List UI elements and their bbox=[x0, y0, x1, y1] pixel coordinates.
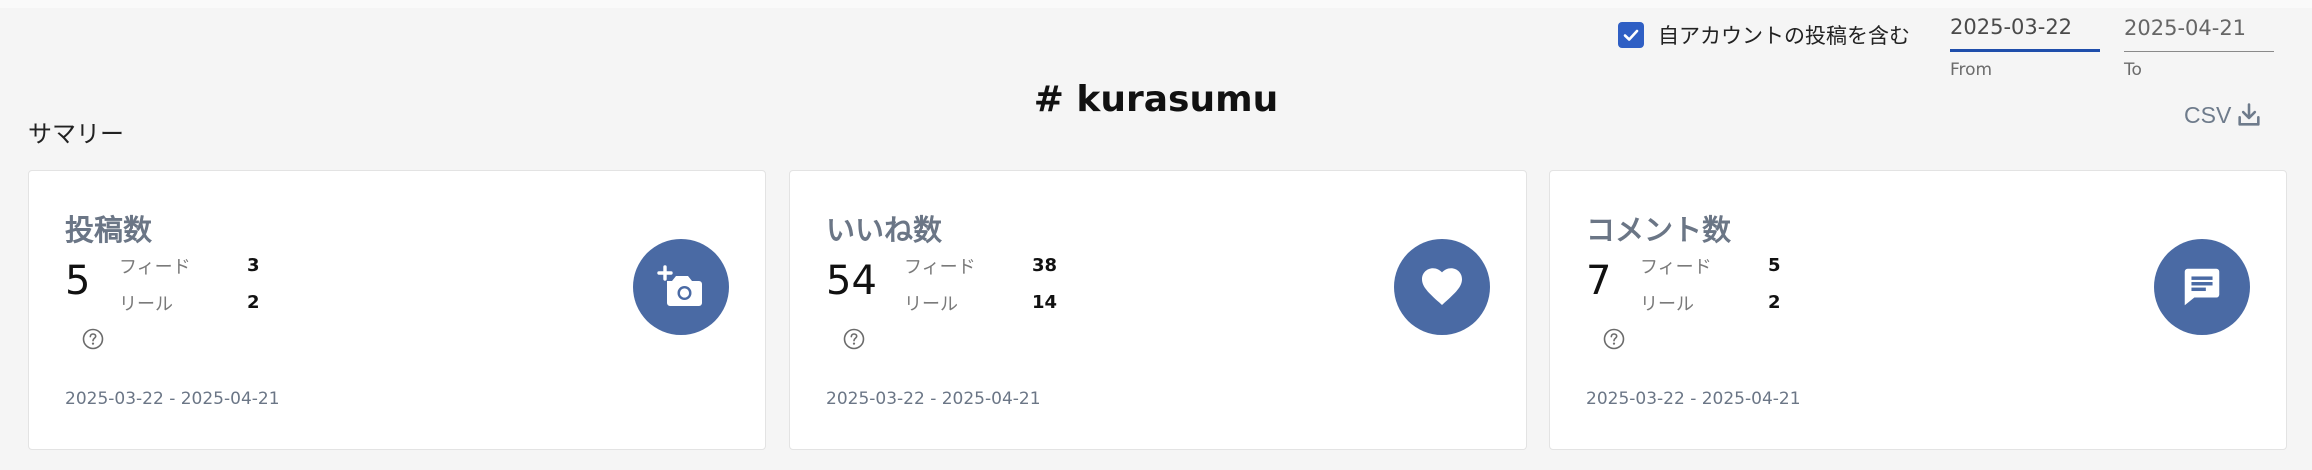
help-icon[interactable] bbox=[81, 327, 105, 351]
breakdown-value: 3 bbox=[247, 255, 260, 276]
heart-icon bbox=[1422, 268, 1462, 305]
card-date-range: 2025-03-22 - 2025-04-21 bbox=[1586, 389, 1801, 409]
to-date-field: To bbox=[2124, 12, 2274, 80]
breakdown-row-feed: フィード 5 bbox=[1640, 247, 1781, 284]
card-date-range: 2025-03-22 - 2025-04-21 bbox=[65, 389, 280, 409]
breakdown-label: フィード bbox=[1640, 256, 1712, 278]
from-date-field: From bbox=[1950, 12, 2100, 80]
summary-section-label: サマリー bbox=[28, 120, 124, 148]
breakdown-row-feed: フィード 38 bbox=[904, 247, 1057, 284]
comment-icon-badge bbox=[2154, 239, 2250, 335]
breakdown-row-feed: フィード 3 bbox=[119, 247, 260, 284]
breakdown-value: 38 bbox=[1032, 255, 1058, 276]
breakdown-row-reel: リール 2 bbox=[119, 284, 260, 321]
card-title: コメント数 bbox=[1586, 213, 1732, 247]
heart-icon-badge bbox=[1394, 239, 1490, 335]
card-breakdown: フィード 5 リール 2 bbox=[1640, 247, 1781, 321]
card-total: 5 bbox=[65, 258, 91, 304]
breakdown-value: 5 bbox=[1768, 255, 1781, 276]
to-date-input[interactable] bbox=[2124, 12, 2274, 52]
from-date-label: From bbox=[1950, 60, 1993, 80]
page-title: # kurasumu bbox=[1033, 79, 1279, 120]
include-own-account-label: 自アカウントの投稿を含む bbox=[1658, 24, 1910, 48]
card-breakdown: フィード 3 リール 2 bbox=[119, 247, 260, 321]
to-date-label: To bbox=[2124, 60, 2142, 80]
breakdown-value: 2 bbox=[1768, 292, 1781, 313]
card-breakdown: フィード 38 リール 14 bbox=[904, 247, 1057, 321]
card-date-range: 2025-03-22 - 2025-04-21 bbox=[826, 389, 1041, 409]
breakdown-value: 14 bbox=[1032, 292, 1058, 313]
breakdown-label: フィード bbox=[904, 256, 976, 278]
breakdown-label: フィード bbox=[119, 256, 191, 278]
from-date-input[interactable] bbox=[1950, 12, 2100, 52]
breakdown-label: リール bbox=[119, 293, 173, 315]
comment-icon bbox=[2184, 268, 2220, 306]
help-icon[interactable] bbox=[1602, 327, 1626, 351]
include-own-account-checkbox[interactable]: 自アカウントの投稿を含む bbox=[1618, 20, 1910, 50]
add-photo-icon-badge bbox=[633, 239, 729, 335]
card-total: 7 bbox=[1586, 258, 1612, 304]
breakdown-value: 2 bbox=[247, 292, 260, 313]
download-icon bbox=[2238, 103, 2260, 126]
checkbox-checked-icon[interactable] bbox=[1618, 22, 1644, 48]
csv-button-label: CSV bbox=[2184, 101, 2232, 128]
breakdown-label: リール bbox=[1640, 293, 1694, 315]
breakdown-row-reel: リール 2 bbox=[1640, 284, 1781, 321]
likes-count-card: いいね数 54 フィード 38 リール 14 2025-03-22 - 2025… bbox=[789, 170, 1527, 450]
card-title: いいね数 bbox=[826, 213, 943, 247]
posts-count-card: 投稿数 5 フィード 3 リール 2 2025-03-22 - 2025-04-… bbox=[28, 170, 766, 450]
csv-download-button[interactable]: CSV bbox=[2184, 98, 2263, 132]
add-photo-icon bbox=[657, 265, 702, 306]
card-title: 投稿数 bbox=[65, 213, 153, 247]
top-strip bbox=[0, 0, 2312, 8]
breakdown-label: リール bbox=[904, 293, 958, 315]
help-icon[interactable] bbox=[842, 327, 866, 351]
breakdown-row-reel: リール 14 bbox=[904, 284, 1057, 321]
card-total: 54 bbox=[826, 258, 877, 304]
comments-count-card: コメント数 7 フィード 5 リール 2 2025-03-22 - 2025-0… bbox=[1549, 170, 2287, 450]
